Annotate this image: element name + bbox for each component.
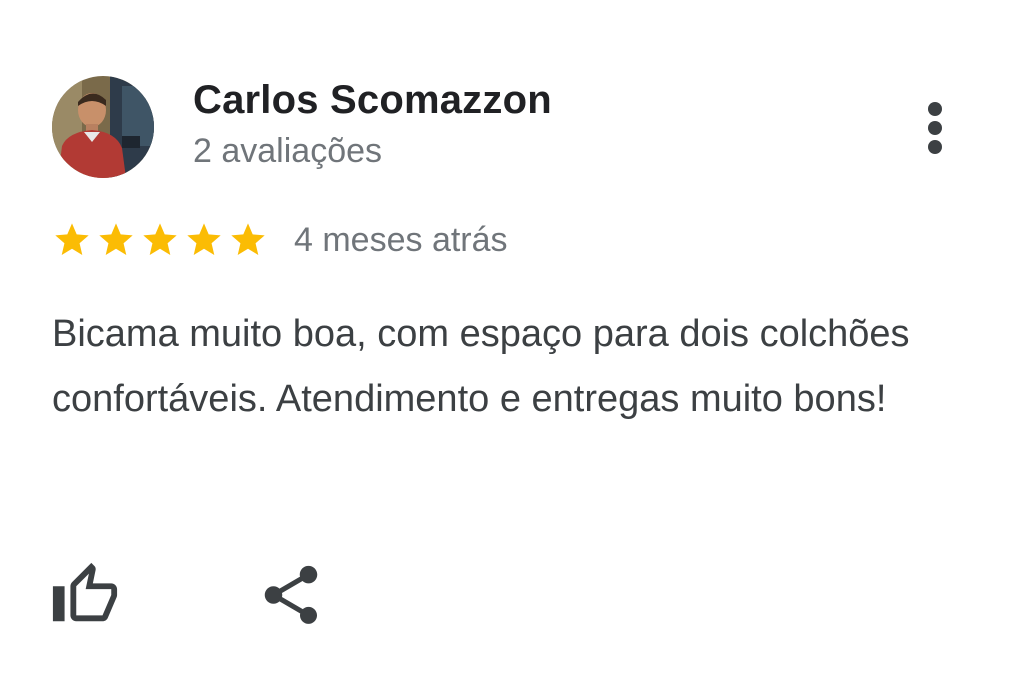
review-card: Carlos Scomazzon 2 avaliações 4 meses at… — [0, 0, 1024, 694]
review-text: Bicama muito boa, com espaço para dois c… — [52, 313, 910, 420]
more-vert-icon — [928, 102, 942, 116]
star-icon — [143, 223, 177, 255]
avatar[interactable] — [52, 76, 154, 178]
thumbs-up-icon — [52, 562, 118, 622]
rating-row: 4 meses atrás — [52, 218, 508, 262]
more-vert-icon-dot — [928, 121, 942, 135]
reviewer-name[interactable]: Carlos Scomazzon — [193, 78, 552, 123]
more-options-button[interactable] — [912, 96, 958, 160]
review-time: 4 meses atrás — [294, 220, 508, 259]
person-photo-icon — [52, 76, 154, 178]
share-button[interactable] — [256, 560, 326, 630]
more-vert-icon-dot — [928, 140, 942, 154]
like-button[interactable] — [50, 560, 120, 630]
star-icon — [187, 223, 221, 255]
star-rating — [52, 220, 272, 260]
star-icon — [231, 223, 265, 255]
star-icon — [55, 223, 89, 255]
star-icon — [99, 223, 133, 255]
share-icon — [264, 565, 318, 624]
review-count: 2 avaliações — [193, 132, 383, 170]
